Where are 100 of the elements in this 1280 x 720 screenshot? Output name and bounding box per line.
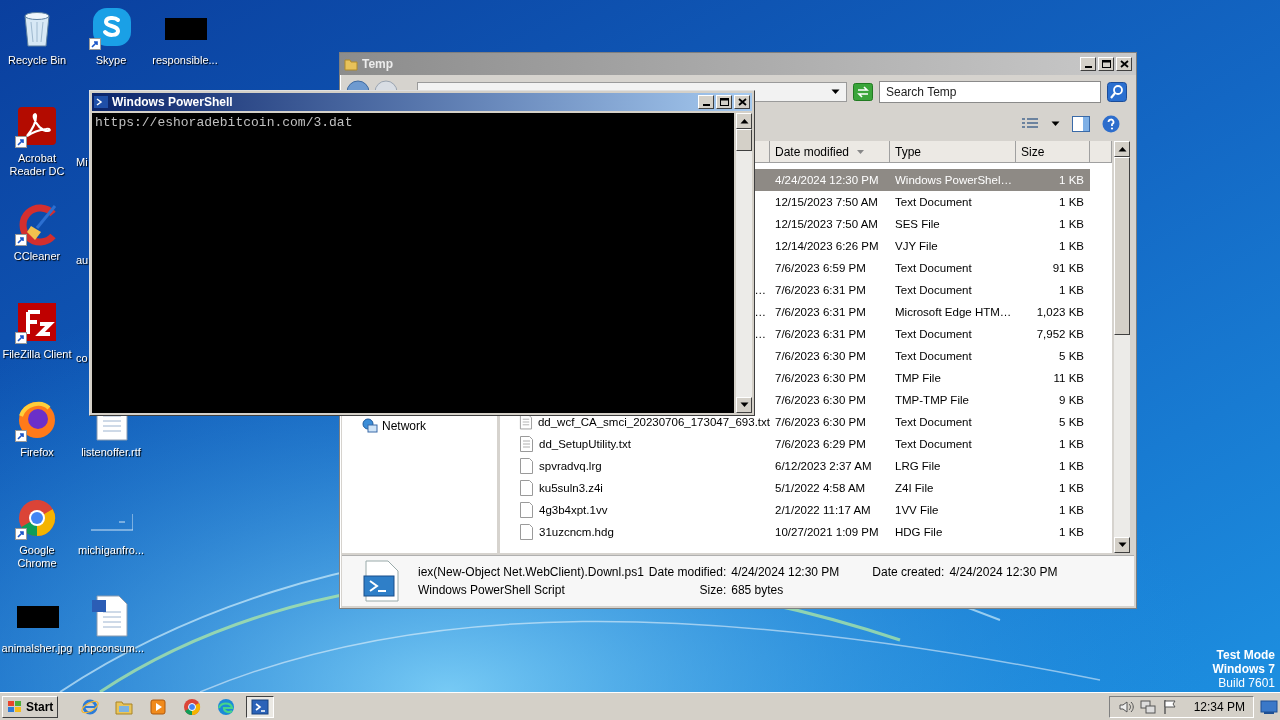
icon-label[interactable]: Google Chrome [0,544,74,570]
file-type: Text Document [894,438,973,450]
field-label: Size: [699,583,727,597]
network-icon[interactable] [362,418,378,434]
script-file-icon [362,560,402,602]
file-date: 7/6/2023 6:31 PM [774,306,867,318]
file-name: … [754,306,766,318]
file-row[interactable]: 4g3b4xpt.1vv 2/1/2022 11:17 AM 1VV File 1 KB [500,499,1090,521]
start-button[interactable]: Start [2,695,59,718]
icon-label[interactable]: Mi [74,156,88,169]
file-name: 31uzcncm.hdg [539,526,614,538]
search-button[interactable] [1107,82,1127,102]
minimize-button[interactable] [1080,57,1096,71]
file-type: Windows PowerShell Script [418,583,566,597]
file-date: 7/6/2023 6:59 PM [774,262,867,274]
caret-icon[interactable] [1051,121,1060,127]
icon-label[interactable]: animalsher.jpg [0,642,74,655]
icon-label[interactable]: CCleaner [0,250,74,263]
show-desktop-icon[interactable] [1260,698,1278,715]
file-type: 1VV File [894,504,940,516]
file-row[interactable]: spvradvq.lrg 6/12/2023 2:37 AM LRG File 1 KB [500,455,1090,477]
view-options-icon[interactable] [1021,117,1039,131]
icon-label[interactable]: co [74,352,88,365]
scroll-up-button[interactable] [1114,141,1130,157]
maximize-button[interactable] [1098,57,1114,71]
icon-label[interactable]: Acrobat Reader DC [0,152,74,178]
file-type: TMP File [894,372,942,384]
file-icon [519,502,534,518]
search-field[interactable]: Search Temp [879,81,1101,103]
column-header[interactable]: Type [890,141,1016,163]
minimize-button[interactable] [698,95,714,109]
scrollbar-thumb[interactable] [1114,157,1130,335]
column-header[interactable]: Size [1016,141,1090,163]
icon-label[interactable]: au [74,254,89,267]
file-size: 9 KB [1058,394,1085,406]
icon-label[interactable]: responsible... [148,54,222,67]
file-icon [519,524,534,540]
clock-text[interactable]: 12:34 PM [1193,699,1245,714]
test-mode-text: Test Mode [1216,648,1275,662]
file-date: 6/12/2023 2:37 AM [774,460,873,472]
file-row[interactable]: 31uzcncm.hdg 10/27/2021 1:09 PM HDG File 1 KB [500,521,1090,543]
icon-label[interactable]: FileZilla Client [0,348,74,361]
flag-icon[interactable] [1161,698,1178,715]
file-name: … [754,328,766,340]
file-date: 7/6/2023 6:30 PM [774,372,867,384]
file-type: SES File [894,218,941,230]
field-label: Date created: [871,565,945,579]
file-size: 1 KB [1058,482,1085,494]
icon-label[interactable]: phpconsum... [74,642,148,655]
file-date: 12/14/2023 6:26 PM [774,240,880,252]
scroll-up-button[interactable] [736,113,752,129]
maximize-button[interactable] [716,95,732,109]
file-name: iex(New-Object Net.WebClient).Downl.ps1 [418,565,644,579]
icon-label[interactable]: listenoffer.rtf [74,446,148,459]
refresh-button[interactable] [853,83,873,101]
speaker-icon[interactable] [1117,698,1134,715]
file-type: Text Document [894,416,973,428]
close-button[interactable] [734,95,750,109]
field-value: 4/24/2024 12:30 PM [731,565,840,579]
file-type: VJY File [894,240,939,252]
up-arrow-icon [739,118,749,124]
icon-label[interactable]: Firefox [0,446,74,459]
icon-label[interactable]: Recycle Bin [0,54,74,67]
file-date: 7/6/2023 6:30 PM [774,394,867,406]
pdf-app-icon[interactable] [15,104,59,148]
scroll-down-button[interactable] [1114,537,1130,553]
icon-label[interactable]: Skype [74,54,148,67]
preview-pane-icon[interactable] [1072,116,1090,132]
file-type: Microsoft Edge HTM… [894,306,1013,318]
scrollbar-thumb[interactable] [736,129,752,151]
file-row[interactable]: dd_SetupUtility.txt 7/6/2023 6:29 PM Text Document 1 KB [500,433,1090,455]
four-squares-icon [7,699,23,714]
column-header[interactable]: Date modified [770,141,890,163]
file-row[interactable]: ku5suln3.z4i 5/1/2022 4:58 AM Z4I File 1 KB [500,477,1090,499]
dropdown-arrow-icon[interactable] [831,89,840,95]
os-edition-text: Windows 7 [1212,662,1275,676]
text-file-icon [519,436,534,452]
help-icon[interactable] [1102,115,1120,133]
terminal-icon [251,697,270,716]
file-date: 12/15/2023 7:50 AM [774,218,879,230]
file-type: Text Document [894,262,973,274]
file-date: 12/15/2023 7:50 AM [774,196,879,208]
column-header [1090,141,1112,163]
window-title: Windows PowerShell [112,95,233,109]
nav-item[interactable]: Network [382,419,426,433]
file-size: 11 KB [1052,372,1085,384]
ftp-app-icon[interactable] [15,300,59,344]
scroll-down-button[interactable] [736,397,752,413]
browser-icon [183,697,202,716]
taskbar-button[interactable] [246,695,275,718]
file-size: 7,952 KB [1035,328,1085,340]
file-size: 1 KB [1058,218,1085,230]
close-button[interactable] [1116,57,1132,71]
field-label: Date modified: [648,565,727,579]
icon-label[interactable]: michiganfro... [74,544,148,557]
network-icon[interactable] [1139,698,1156,715]
file-date: 7/6/2023 6:31 PM [774,328,867,340]
field-value: 4/24/2024 12:30 PM [949,565,1058,579]
file-size: 1 KB [1058,526,1085,538]
file-size: 1 KB [1058,174,1085,186]
